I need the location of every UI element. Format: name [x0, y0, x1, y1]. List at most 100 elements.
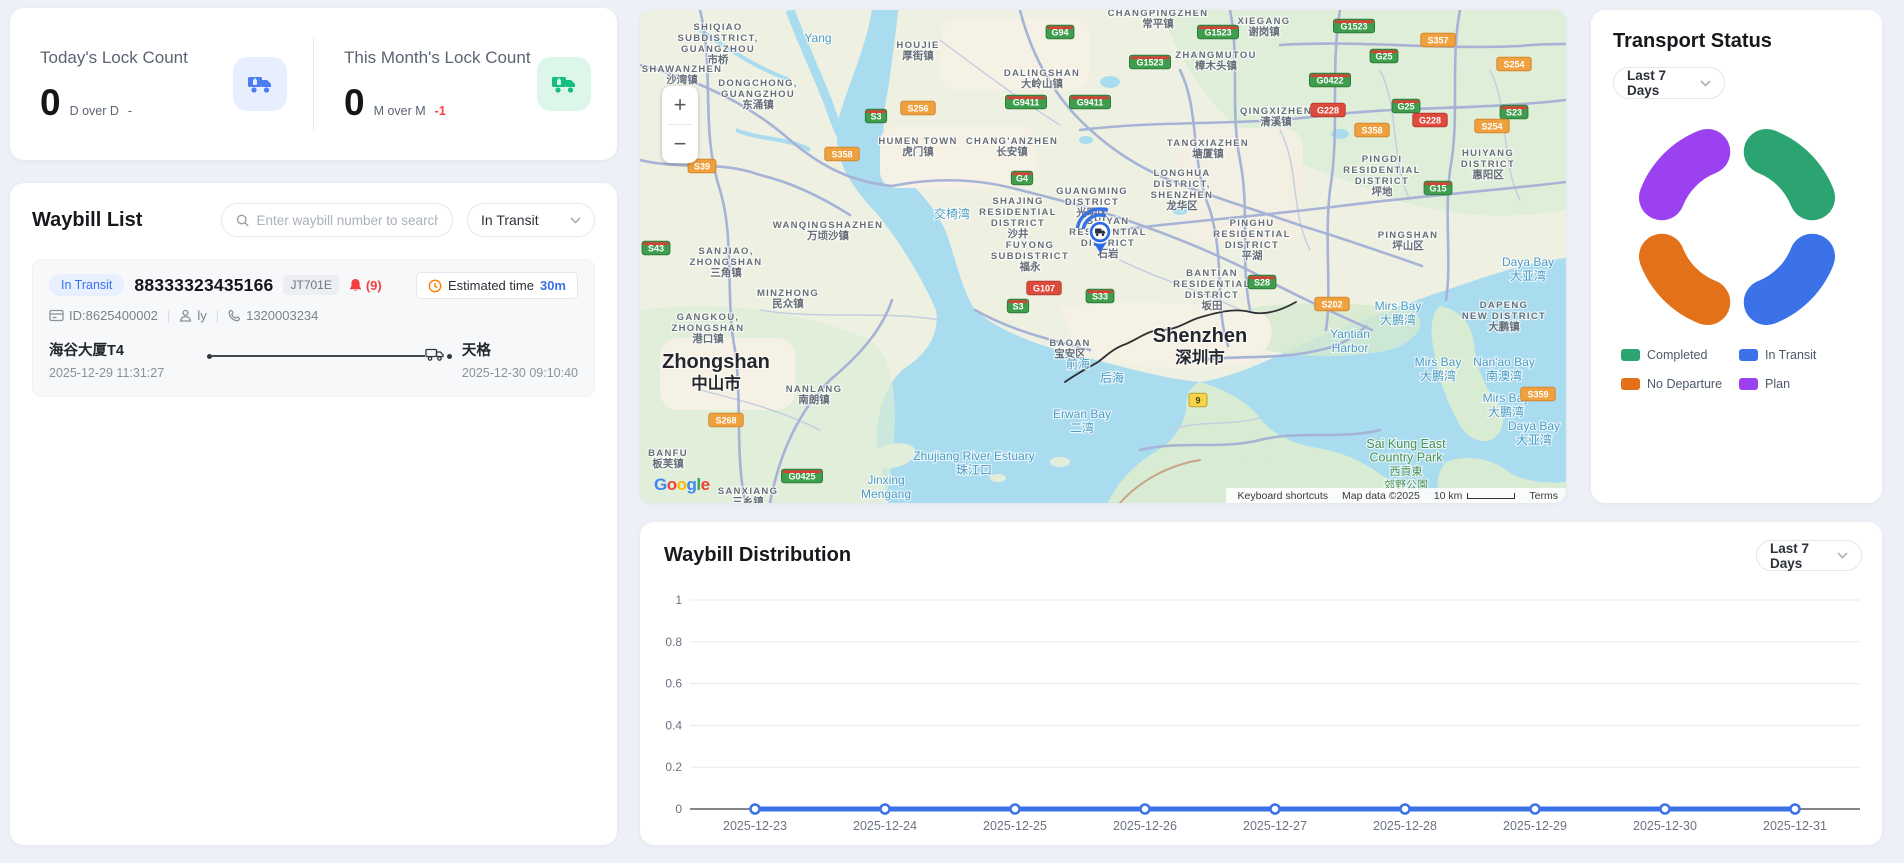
map-label: Mirs Bay大鹏湾	[1375, 299, 1422, 327]
info-separator: |	[167, 308, 170, 323]
legend-swatch	[1621, 378, 1640, 390]
legend-item[interactable]: Completed	[1621, 348, 1739, 362]
map-label: 前海	[1066, 356, 1090, 371]
zoom-out-button[interactable]: −	[662, 125, 698, 163]
waybill-card[interactable]: In Transit 88333323435166 JT701E (9) Est…	[32, 259, 595, 397]
road-badge: G4	[1011, 171, 1032, 185]
map-scale-bar	[1467, 493, 1515, 499]
road-badge: S202	[1315, 297, 1349, 311]
road-badge: G0425	[782, 469, 823, 483]
legend-item[interactable]: In Transit	[1739, 348, 1864, 362]
road-badge: S3	[1007, 299, 1028, 313]
lock-count-cards: Today's Lock Count 0 D over D - This Mon…	[10, 8, 617, 160]
map-data-copyright: Map data ©2025	[1342, 490, 1420, 502]
road-badge: S256	[901, 101, 935, 115]
today-lock-sub: D over D	[70, 104, 119, 118]
x-tick-label: 2025-12-24	[853, 819, 917, 833]
road-badge: G9411	[1006, 95, 1047, 109]
legend-label: Plan	[1765, 377, 1790, 391]
svg-text:S33: S33	[1092, 292, 1108, 302]
waybill-search[interactable]	[221, 203, 453, 237]
svg-text:S39: S39	[694, 162, 710, 172]
origin-name: 海谷大厦T4	[49, 339, 207, 360]
svg-text:S3: S3	[870, 112, 881, 122]
route-origin: 海谷大厦T4 2025-12-29 11:31:27	[49, 339, 207, 380]
donut-segment-plan[interactable]	[1661, 152, 1707, 198]
terms-link[interactable]: Terms	[1529, 490, 1558, 502]
estimated-time-box: Estimated time 30m	[416, 272, 578, 299]
svg-text:G4: G4	[1016, 174, 1028, 184]
distribution-range-select[interactable]: Last 7 Days	[1756, 540, 1862, 571]
map-panel[interactable]: SHIQIAOSUBDISTRICT,GUANGZHOU市桥SHAWANZHEN…	[640, 10, 1566, 503]
road-badge: G228	[1413, 113, 1447, 127]
svg-text:G228: G228	[1317, 106, 1339, 116]
donut-segment-no-departure[interactable]	[1661, 257, 1707, 303]
waybill-status-filter[interactable]: In Transit	[467, 203, 595, 237]
donut-segment-in-transit[interactable]	[1766, 257, 1812, 303]
map-label: 交椅湾	[934, 206, 970, 221]
month-lock-count: This Month's Lock Count 0 M over M -1	[314, 48, 617, 121]
donut-segment-completed[interactable]	[1766, 152, 1812, 198]
waybill-search-input[interactable]	[256, 213, 438, 228]
map-label: 后海	[1100, 370, 1124, 385]
x-tick-label: 2025-12-31	[1763, 819, 1827, 833]
transport-status-range-value: Last 7 Days	[1627, 68, 1692, 98]
svg-text:S268: S268	[715, 416, 736, 426]
road-badge: G1523	[1130, 55, 1171, 69]
y-tick-label: 0.4	[665, 718, 682, 732]
road-badge: G1523	[1198, 25, 1239, 39]
today-lock-title: Today's Lock Count	[40, 48, 188, 68]
data-point[interactable]	[1011, 805, 1020, 814]
device-tag: JT701E	[283, 275, 338, 295]
svg-text:G25: G25	[1397, 102, 1414, 112]
data-point[interactable]	[751, 805, 760, 814]
waybill-status-filter-value: In Transit	[481, 212, 539, 228]
legend-item[interactable]: Plan	[1739, 377, 1864, 391]
svg-text:S256: S256	[907, 104, 928, 114]
route-line	[212, 355, 425, 357]
data-point[interactable]	[1271, 805, 1280, 814]
road-badge: G25	[1392, 99, 1420, 113]
data-point[interactable]	[1531, 805, 1540, 814]
y-tick-label: 0	[675, 802, 682, 816]
truck-icon-blue	[233, 57, 287, 111]
info-separator: |	[216, 308, 219, 323]
road-badge: G107	[1027, 281, 1061, 295]
road-badge: G0422	[1310, 73, 1351, 87]
data-point[interactable]	[1661, 805, 1670, 814]
estimated-time-value: 30m	[540, 278, 566, 293]
destination-time: 2025-12-30 09:10:40	[462, 366, 578, 380]
road-badge: S358	[825, 147, 859, 161]
svg-text:G0422: G0422	[1316, 76, 1343, 86]
road-badge: G15	[1424, 181, 1452, 195]
road-badge: S43	[642, 241, 670, 255]
waybill-distribution-chart[interactable]: 10.80.60.40.202025-12-232025-12-242025-1…	[640, 584, 1882, 842]
map-canvas[interactable]: SHIQIAOSUBDISTRICT,GUANGZHOU市桥SHAWANZHEN…	[640, 10, 1566, 503]
alarm-count: (9)	[366, 278, 382, 293]
keyboard-shortcuts-link[interactable]: Keyboard shortcuts	[1238, 490, 1328, 502]
transport-status-range-select[interactable]: Last 7 Days	[1613, 67, 1725, 99]
alarm-indicator[interactable]: (9)	[349, 278, 382, 293]
road-badge: S254	[1497, 57, 1531, 71]
today-lock-count: Today's Lock Count 0 D over D -	[10, 48, 313, 121]
map-label: YantianHarbor	[1330, 327, 1370, 355]
x-tick-label: 2025-12-27	[1243, 819, 1307, 833]
legend-item[interactable]: No Departure	[1621, 377, 1739, 391]
data-point[interactable]	[1791, 805, 1800, 814]
route-destination: 天格 2025-12-30 09:10:40	[462, 339, 578, 380]
data-point[interactable]	[1401, 805, 1410, 814]
distribution-range-value: Last 7 Days	[1770, 541, 1829, 571]
svg-text:S358: S358	[1361, 126, 1382, 136]
data-point[interactable]	[1141, 805, 1150, 814]
driver-name: ly	[197, 308, 206, 323]
data-point[interactable]	[881, 805, 890, 814]
y-tick-label: 0.6	[665, 677, 682, 691]
destination-name: 天格	[462, 339, 578, 360]
zoom-in-button[interactable]: +	[662, 86, 698, 124]
route-truck-icon	[425, 347, 445, 362]
transport-status-donut[interactable]	[1623, 113, 1851, 341]
svg-text:G1523: G1523	[1136, 58, 1163, 68]
map-label: HOUJIE厚街镇	[896, 40, 939, 62]
svg-text:S358: S358	[831, 150, 852, 160]
origin-time: 2025-12-29 11:31:27	[49, 366, 207, 380]
